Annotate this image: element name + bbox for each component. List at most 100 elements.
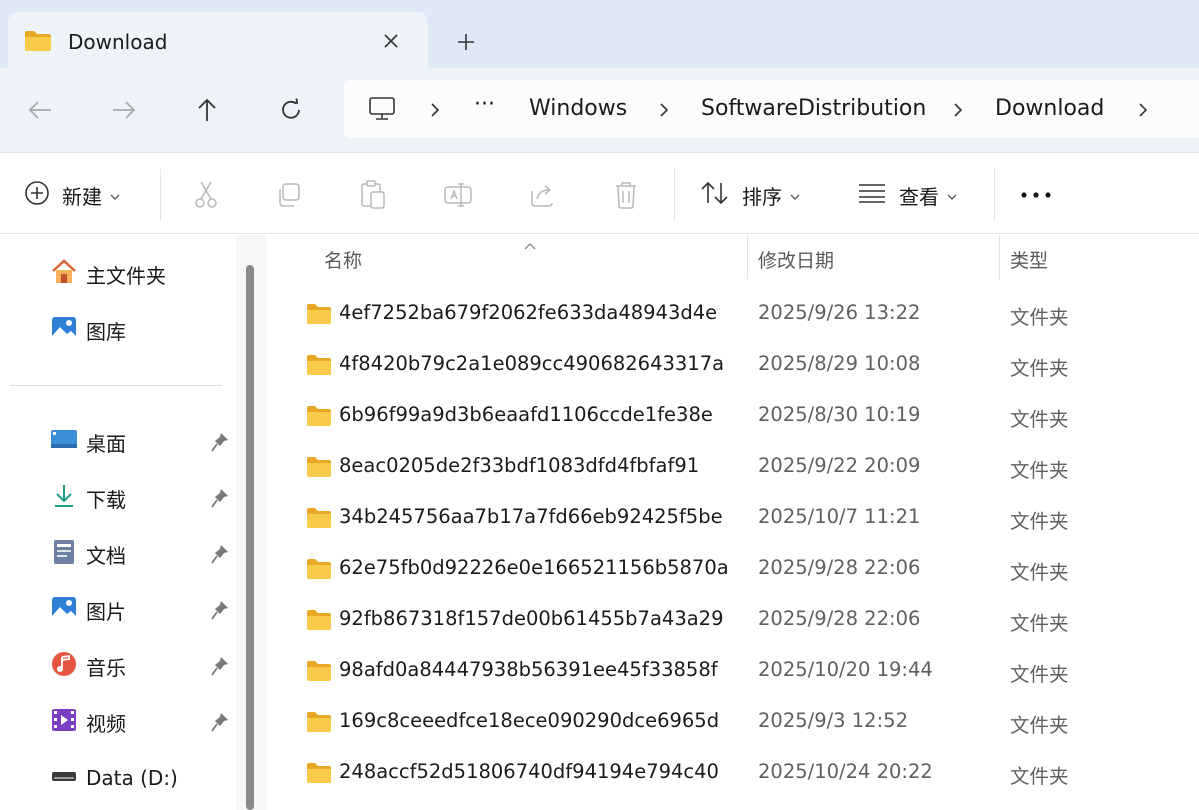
file-modified-date: 2025/8/29 10:08 <box>758 352 921 375</box>
sidebar-item-data-drive[interactable]: Data (D:) <box>50 762 178 794</box>
file-modified-date: 2025/9/22 20:09 <box>758 454 921 477</box>
tab-title: Download <box>68 30 168 54</box>
chevron-down-icon <box>110 186 120 205</box>
column-divider[interactable] <box>747 235 748 279</box>
file-name: 6b96f99a9d3b6eaafd1106ccde1fe38e <box>339 403 713 426</box>
drive-icon <box>50 768 78 788</box>
arrow-up-icon[interactable] <box>189 92 225 128</box>
table-row[interactable]: 98afd0a84447938b56391ee45f33858f 2025/10/… <box>266 646 1199 697</box>
table-row[interactable]: 169c8ceeedfce18ece090290dce6965d 2025/9/3… <box>266 697 1199 748</box>
column-divider[interactable] <box>999 235 1000 279</box>
sort-button[interactable]: 排序 <box>700 175 800 215</box>
cut-icon[interactable] <box>190 179 222 211</box>
column-header-type[interactable]: 类型 <box>1010 246 1048 273</box>
breadcrumb-overflow[interactable]: ··· <box>474 92 495 117</box>
tab-download[interactable]: Download <box>8 12 428 70</box>
sidebar-item-downloads[interactable]: 下载 <box>50 482 126 514</box>
table-row[interactable]: 92fb867318f157de00b61455b7a43a29 2025/9/2… <box>266 595 1199 646</box>
folder-icon <box>306 456 332 482</box>
table-row[interactable]: 62e75fb0d92226e0e166521156b5870a 2025/9/2… <box>266 544 1199 595</box>
home-icon <box>50 258 78 290</box>
chevron-down-icon <box>790 186 800 205</box>
sort-ascending-icon <box>523 235 537 254</box>
more-options-icon[interactable] <box>1020 179 1052 211</box>
chevron-down-icon <box>947 186 957 205</box>
pictures-icon <box>50 594 78 626</box>
sidebar-item-documents[interactable]: 文档 <box>50 538 126 570</box>
delete-icon[interactable] <box>610 179 642 211</box>
sidebar-item-label: 图库 <box>86 319 126 344</box>
file-name: 248accf52d51806740df94194e794c40 <box>339 760 719 783</box>
pin-icon[interactable] <box>209 431 231 453</box>
file-modified-date: 2025/9/28 22:06 <box>758 607 921 630</box>
table-row[interactable]: 6b96f99a9d3b6eaafd1106ccde1fe38e 2025/8/3… <box>266 391 1199 442</box>
list-view-icon <box>857 182 887 208</box>
sidebar-item-music[interactable]: 音乐 <box>50 650 126 682</box>
sidebar-item-home[interactable]: 主文件夹 <box>50 258 166 290</box>
breadcrumb-windows[interactable]: Windows <box>529 96 627 121</box>
column-header-modified[interactable]: 修改日期 <box>758 246 834 273</box>
sidebar-item-label: 桌面 <box>86 431 126 456</box>
sidebar-item-label: 音乐 <box>86 655 126 680</box>
chevron-right-icon[interactable] <box>949 100 967 120</box>
column-header-name[interactable]: 名称 <box>324 246 362 273</box>
breadcrumb-softwaredistribution[interactable]: SoftwareDistribution <box>701 96 926 121</box>
file-type: 文件夹 <box>1010 663 1069 686</box>
rename-icon[interactable] <box>442 179 474 211</box>
view-button[interactable]: 查看 <box>857 175 957 215</box>
pin-icon[interactable] <box>209 487 231 509</box>
folder-icon <box>306 507 332 533</box>
sidebar-item-label: 图片 <box>86 599 126 624</box>
sidebar-scrollbar-thumb[interactable] <box>246 265 254 810</box>
arrow-right-icon[interactable] <box>106 92 142 128</box>
chevron-right-icon[interactable] <box>426 100 444 120</box>
divider <box>994 169 995 221</box>
folder-icon <box>306 711 332 737</box>
file-name: 4ef7252ba679f2062fe633da48943d4e <box>339 301 718 324</box>
computer-icon[interactable] <box>368 96 396 126</box>
chevron-right-icon[interactable] <box>655 100 673 120</box>
folder-icon <box>306 660 332 686</box>
pin-icon[interactable] <box>209 599 231 621</box>
table-row[interactable]: 4f8420b79c2a1e089cc490682643317a 2025/8/2… <box>266 340 1199 391</box>
sidebar-item-desktop[interactable]: 桌面 <box>50 426 126 458</box>
close-icon[interactable] <box>378 28 404 54</box>
table-row[interactable]: 8eac0205de2f33bdf1083dfd4fbfaf91 2025/9/2… <box>266 442 1199 493</box>
table-row[interactable]: 4ef7252ba679f2062fe633da48943d4e 2025/9/2… <box>266 289 1199 340</box>
breadcrumb-download[interactable]: Download <box>995 96 1104 121</box>
address-bar[interactable]: ··· Windows SoftwareDistribution Downloa… <box>344 80 1199 138</box>
pin-icon[interactable] <box>209 543 231 565</box>
paste-icon[interactable] <box>357 179 389 211</box>
gallery-icon <box>50 314 78 346</box>
sidebar-item-pictures[interactable]: 图片 <box>50 594 126 626</box>
file-modified-date: 2025/8/30 10:19 <box>758 403 921 426</box>
navigation-bar: ··· Windows SoftwareDistribution Downloa… <box>0 68 1199 152</box>
folder-icon <box>24 29 52 57</box>
sidebar-item-gallery[interactable]: 图库 <box>50 314 126 346</box>
file-name: 4f8420b79c2a1e089cc490682643317a <box>339 352 725 375</box>
chevron-right-icon[interactable] <box>1134 100 1152 120</box>
refresh-icon[interactable] <box>273 92 309 128</box>
sidebar-item-videos[interactable]: 视频 <box>50 706 126 738</box>
file-name: 8eac0205de2f33bdf1083dfd4fbfaf91 <box>339 454 700 477</box>
divider <box>160 169 161 221</box>
table-row[interactable]: 248accf52d51806740df94194e794c40 2025/10/… <box>266 748 1199 799</box>
file-name: 92fb867318f157de00b61455b7a43a29 <box>339 607 724 630</box>
file-modified-date: 2025/10/7 11:21 <box>758 505 921 528</box>
table-row[interactable]: 34b245756aa7b17a7fd66eb92425f5be 2025/10/… <box>266 493 1199 544</box>
video-icon <box>50 706 78 738</box>
file-type: 文件夹 <box>1010 765 1069 788</box>
pin-icon[interactable] <box>209 711 231 733</box>
file-modified-date: 2025/9/3 12:52 <box>758 709 908 732</box>
sort-button-label: 排序 <box>742 184 782 209</box>
file-modified-date: 2025/9/28 22:06 <box>758 556 921 579</box>
plus-icon[interactable] <box>452 28 480 56</box>
pin-icon[interactable] <box>209 655 231 677</box>
copy-icon[interactable] <box>273 179 305 211</box>
file-type: 文件夹 <box>1010 306 1069 329</box>
file-name: 62e75fb0d92226e0e166521156b5870a <box>339 556 729 579</box>
share-icon[interactable] <box>526 179 558 211</box>
new-button[interactable]: 新建 <box>24 175 120 215</box>
arrow-left-icon[interactable] <box>22 92 58 128</box>
file-modified-date: 2025/9/26 13:22 <box>758 301 921 324</box>
